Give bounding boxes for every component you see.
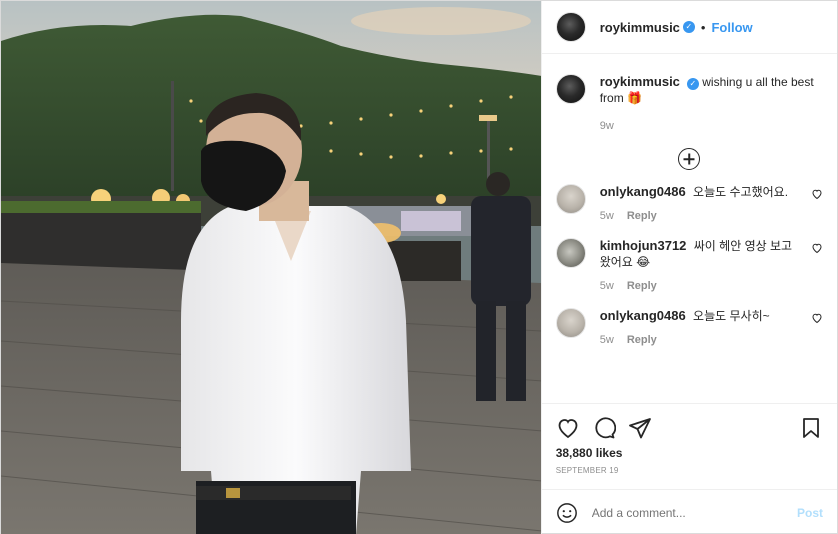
add-comment-bar: Post xyxy=(541,489,837,534)
comment-body: onlykang0486 오늘도 수고했어요. 5w Reply xyxy=(600,184,803,224)
comment-text: 오늘도 수고했어요. xyxy=(693,185,789,199)
post-date[interactable]: SEPTEMBER 19 xyxy=(556,466,823,489)
caption-time[interactable]: 9w xyxy=(600,118,823,134)
post-actions: 38,880 likes SEPTEMBER 19 xyxy=(541,403,837,489)
comment-username[interactable]: kimhojun3712 xyxy=(600,238,687,253)
post-photo[interactable] xyxy=(1,1,541,534)
comment-meta: 5w Reply xyxy=(600,332,803,348)
author-info: roykimmusic ✓ • Follow xyxy=(600,20,753,35)
author-username[interactable]: roykimmusic xyxy=(600,20,680,35)
comment-username[interactable]: onlykang0486 xyxy=(600,184,686,199)
action-icons xyxy=(556,404,823,452)
comment-input[interactable] xyxy=(591,505,797,520)
separator-dot: • xyxy=(700,19,706,35)
instagram-post-modal: roykimmusic ✓ • Follow roykimmusic ✓ wish… xyxy=(0,0,838,534)
author-avatar[interactable] xyxy=(555,12,586,42)
caption-username[interactable]: roykimmusic xyxy=(600,74,680,89)
comment-text: 오늘도 무사히~ xyxy=(693,309,770,323)
comment-avatar[interactable] xyxy=(555,238,586,268)
comment-meta: 5w Reply xyxy=(600,278,803,294)
laughing-emoji: 😂 xyxy=(636,255,651,269)
comment-like-heart-icon[interactable] xyxy=(811,188,823,200)
comment-item: kimhojun3712 싸이 헤안 영상 보고 왔어요 😂 5w Reply xyxy=(555,238,823,294)
caption-body: roykimmusic ✓ wishing u all the best from… xyxy=(600,74,823,134)
heart-icon[interactable] xyxy=(556,416,580,440)
reply-button[interactable]: Reply xyxy=(627,210,657,222)
comment-like-heart-icon[interactable] xyxy=(811,242,823,254)
comment-username[interactable]: onlykang0486 xyxy=(600,308,686,323)
comment-avatar[interactable] xyxy=(555,184,586,214)
follow-button[interactable]: Follow xyxy=(711,20,752,35)
comment-like-heart-icon[interactable] xyxy=(811,312,823,324)
comment-time[interactable]: 5w xyxy=(600,210,614,222)
post-details-panel: roykimmusic ✓ • Follow roykimmusic ✓ wish… xyxy=(540,1,837,534)
caption-avatar[interactable] xyxy=(555,74,586,104)
comment-avatar[interactable] xyxy=(555,308,586,338)
comment-body: kimhojun3712 싸이 헤안 영상 보고 왔어요 😂 5w Reply xyxy=(600,238,803,294)
comment-meta: 5w Reply xyxy=(600,208,803,224)
comments-section[interactable]: roykimmusic ✓ wishing u all the best from… xyxy=(542,54,837,403)
comment-body: onlykang0486 오늘도 무사히~ 5w Reply xyxy=(600,308,803,348)
plus-circle-icon[interactable] xyxy=(678,148,701,170)
reply-button[interactable]: Reply xyxy=(627,280,657,292)
verified-badge-icon: ✓ xyxy=(686,78,699,90)
comment-time[interactable]: 5w xyxy=(600,280,614,292)
comment-item: onlykang0486 오늘도 무사히~ 5w Reply xyxy=(555,308,823,348)
comment-time[interactable]: 5w xyxy=(600,334,614,346)
smiley-icon[interactable] xyxy=(556,502,578,524)
photo-illustration xyxy=(1,1,541,534)
reply-button[interactable]: Reply xyxy=(627,334,657,346)
post-caption: roykimmusic ✓ wishing u all the best from… xyxy=(555,74,823,134)
paper-plane-icon[interactable] xyxy=(628,416,652,440)
likes-count[interactable]: 38,880 likes xyxy=(556,446,823,460)
comment-bubble-icon[interactable] xyxy=(592,416,616,440)
post-header: roykimmusic ✓ • Follow xyxy=(541,1,837,54)
verified-badge-icon: ✓ xyxy=(682,21,695,33)
bookmark-icon[interactable] xyxy=(799,416,823,440)
post-button[interactable]: Post xyxy=(797,506,823,520)
load-more-comments[interactable] xyxy=(556,148,823,170)
comment-item: onlykang0486 오늘도 수고했어요. 5w Reply xyxy=(555,184,823,224)
